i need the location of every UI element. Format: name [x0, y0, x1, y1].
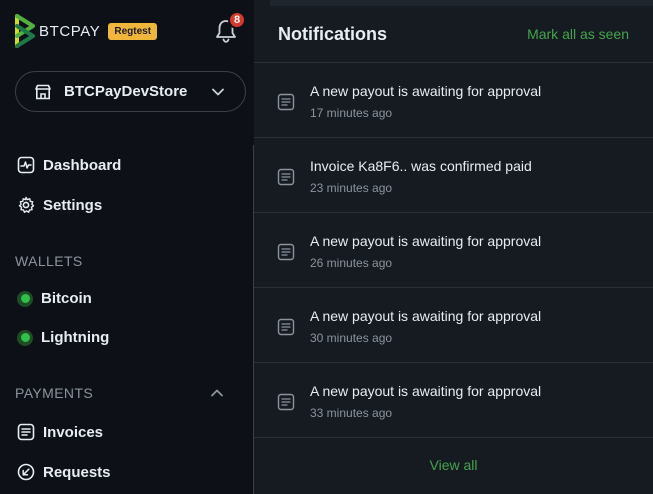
nav-settings-label: Settings: [43, 196, 103, 214]
notification-text: A new payout is awaiting for approval: [310, 233, 542, 249]
nav-dashboard-label: Dashboard: [43, 156, 122, 174]
nav-lightning-label: Lightning: [41, 329, 110, 346]
notification-count-badge: 8: [228, 11, 246, 29]
nav-wallet-bitcoin[interactable]: Bitcoin: [17, 290, 92, 307]
mark-all-as-seen-link[interactable]: Mark all as seen: [527, 26, 629, 42]
sidebar: BTCPAY Regtest 8 BTCPayDevStore Dashboar…: [0, 0, 254, 494]
notification-item[interactable]: A new payout is awaiting for approval 17…: [254, 63, 653, 138]
nav-invoices-label: Invoices: [43, 423, 104, 441]
notification-document-icon: [277, 318, 295, 336]
environment-badge: Regtest: [108, 22, 158, 40]
notification-item[interactable]: A new payout is awaiting for approval 33…: [254, 363, 653, 438]
notification-time: 23 minutes ago: [310, 181, 393, 195]
brand-logo-link[interactable]: BTCPAY Regtest: [14, 14, 158, 48]
notifications-title: Notifications: [278, 24, 388, 44]
notification-text: A new payout is awaiting for approval: [310, 83, 542, 99]
notification-item[interactable]: A new payout is awaiting for approval 30…: [254, 288, 653, 363]
notification-document-icon: [277, 93, 295, 111]
notification-time: 17 minutes ago: [310, 106, 393, 120]
status-dot-icon: [17, 290, 33, 307]
nav-invoices[interactable]: Invoices: [17, 423, 103, 441]
notification-time: 33 minutes ago: [310, 406, 393, 420]
request-arrow-icon: [17, 463, 35, 481]
notifications-header: Notifications Mark all as seen: [254, 6, 653, 63]
notification-item[interactable]: A new payout is awaiting for approval 26…: [254, 213, 653, 288]
btcpay-logo-icon: [15, 14, 35, 48]
chevron-down-icon: [212, 88, 224, 96]
notification-text: A new payout is awaiting for approval: [310, 383, 542, 399]
store-name: BTCPayDevStore: [64, 83, 188, 100]
notification-time: 26 minutes ago: [310, 256, 393, 270]
notification-document-icon: [277, 393, 295, 411]
notification-document-icon: [277, 168, 295, 186]
store-selector[interactable]: BTCPayDevStore: [15, 71, 246, 112]
view-all-notifications-link[interactable]: View all: [254, 457, 653, 473]
notification-text: A new payout is awaiting for approval: [310, 308, 542, 324]
notification-time: 30 minutes ago: [310, 331, 393, 345]
invoice-icon: [17, 423, 35, 441]
nav-requests[interactable]: Requests: [17, 463, 111, 481]
nav-bitcoin-label: Bitcoin: [41, 290, 92, 307]
store-icon: [35, 84, 51, 99]
brand-name: BTCPAY: [39, 22, 101, 40]
gear-icon: [18, 196, 35, 213]
nav-wallet-lightning[interactable]: Lightning: [17, 329, 109, 346]
notification-text: Invoice Ka8F6.. was confirmed paid: [310, 158, 532, 174]
nav-dashboard[interactable]: Dashboard: [17, 156, 121, 174]
payments-section-heading: PAYMENTS: [15, 385, 94, 401]
dashboard-icon: [17, 156, 35, 174]
notification-item[interactable]: Invoice Ka8F6.. was confirmed paid 23 mi…: [254, 138, 653, 213]
wallets-section-heading: WALLETS: [15, 253, 83, 269]
chevron-up-icon[interactable]: [210, 386, 224, 400]
nav-settings[interactable]: Settings: [17, 196, 102, 214]
status-dot-icon: [17, 329, 33, 346]
nav-requests-label: Requests: [43, 463, 111, 481]
notifications-panel: Notifications Mark all as seen A new pay…: [254, 0, 653, 494]
notification-document-icon: [277, 243, 295, 261]
